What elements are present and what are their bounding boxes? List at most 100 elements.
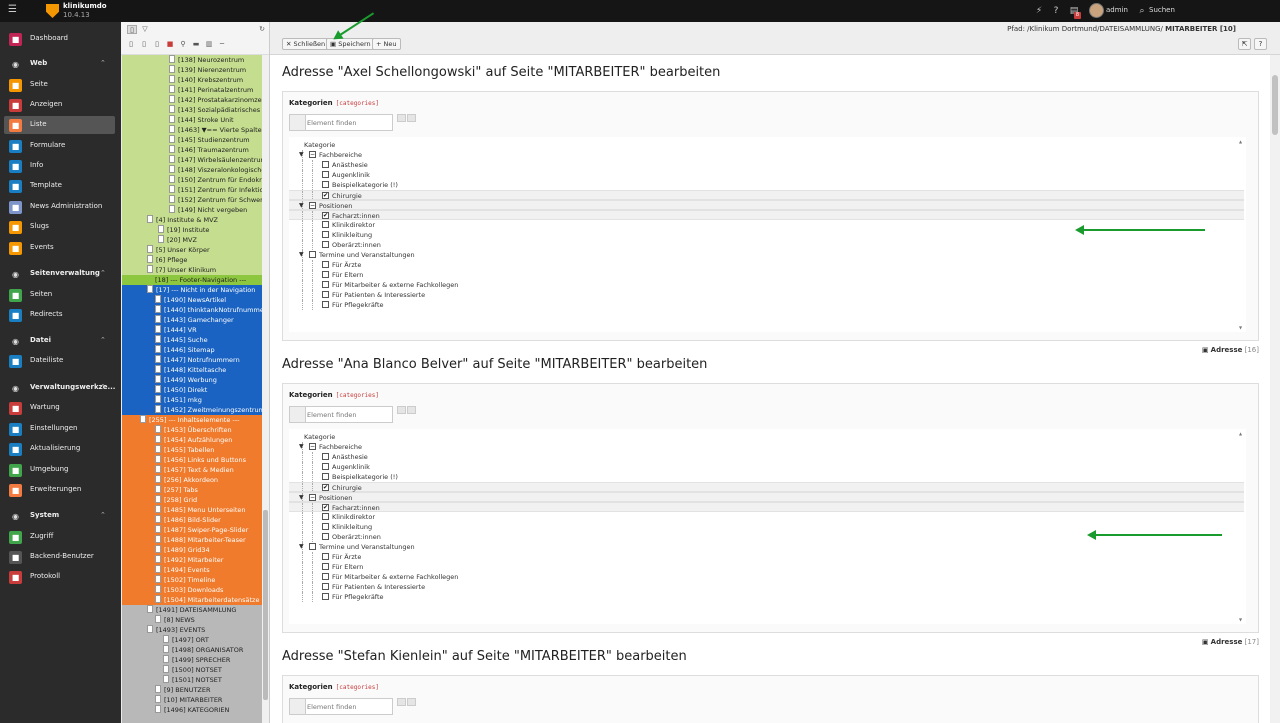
sidebar-item-wartung[interactable]: ■ Wartung (0, 399, 121, 417)
tree-node[interactable]: [1448] Kitteltasche (155, 365, 226, 375)
sidebar-item-events[interactable]: ■ Events (0, 239, 121, 257)
page-type-icon[interactable]: ▯ (126, 40, 136, 49)
tree-node[interactable]: [1494] Events (155, 565, 210, 575)
tree-node[interactable]: [1450] Direkt (155, 385, 207, 395)
category-item[interactable]: Beispielkategorie (!) (289, 472, 1244, 482)
tree-node[interactable]: [1490] NewsArtikel (155, 295, 226, 305)
tree-node[interactable]: [1486] Bild-Slider (155, 515, 221, 525)
page-type-icon[interactable]: ▯ (139, 40, 149, 49)
tree-node[interactable]: [1452] Zweitmeinungszentrum (155, 405, 265, 415)
tree-node[interactable]: [141] Perinatalzentrum (169, 85, 253, 95)
find-element-input[interactable] (307, 701, 391, 712)
sidebar-item-verwaltungswerkze[interactable]: ◉ Verwaltungswerkze... ⌃ (0, 379, 121, 397)
category-checkbox[interactable] (322, 473, 329, 480)
category-item[interactable]: Klinikleitung (289, 522, 1244, 532)
category-checkbox[interactable] (322, 523, 329, 530)
tree-node[interactable]: [150] Zentrum für Endokrin (169, 175, 268, 185)
tree-node[interactable]: [1496] KATEGORIEN (155, 705, 229, 715)
category-item[interactable]: Für Ärzte (289, 552, 1244, 562)
sidebar-item-formulare[interactable]: ■ Formulare (0, 137, 121, 155)
sidebar-item-redirects[interactable]: ■ Redirects (0, 306, 121, 324)
category-item[interactable]: Chirurgie (289, 190, 1244, 201)
tree-node[interactable]: [10] MITARBEITER (155, 695, 222, 705)
category-checkbox[interactable] (322, 181, 329, 188)
category-item[interactable]: Für Mitarbeiter & externe Fachkollegen (289, 280, 1244, 290)
category-checkbox[interactable] (322, 533, 329, 540)
chevron-up-icon[interactable]: ⌃ (100, 269, 106, 277)
tree-node[interactable]: [149] Nicht vergeben (169, 205, 247, 215)
category-checkbox[interactable] (322, 573, 329, 580)
sidebar-item-info[interactable]: ■ Info (0, 157, 121, 175)
tree-node[interactable]: [1497] ORT (163, 635, 209, 645)
sidebar-item-protokoll[interactable]: ■ Protokoll (0, 568, 121, 586)
tree-node[interactable]: [1453] Überschriften (155, 425, 232, 435)
chevron-up-icon[interactable]: ⌃ (100, 59, 106, 67)
sidebar-item-erweiterungen[interactable]: ■ Erweiterungen (0, 481, 121, 499)
search-icon[interactable]: ⌕ (1136, 5, 1148, 17)
sidebar-item-aktualisierung[interactable]: ■ Aktualisierung (0, 440, 121, 458)
expand-all-button[interactable] (397, 406, 406, 414)
toggle-arrow-icon[interactable]: ▼ (299, 542, 304, 552)
user-name[interactable]: admin (1106, 6, 1128, 14)
category-checkbox[interactable]: − (309, 202, 316, 209)
sidebar-item-backend-benutzer[interactable]: ■ Backend-Benutzer (0, 548, 121, 566)
category-item[interactable]: Für Mitarbeiter & externe Fachkollegen (289, 572, 1244, 582)
filter-icon[interactable]: ▽ (140, 25, 150, 34)
category-checkbox[interactable] (322, 463, 329, 470)
cache-icon[interactable]: ⚡ (1033, 5, 1045, 17)
category-checkbox[interactable] (309, 543, 316, 550)
category-item[interactable]: Für Pflegekräfte (289, 300, 1244, 310)
refresh-icon[interactable]: ↻ (257, 25, 267, 34)
category-checkbox[interactable] (309, 251, 316, 258)
category-checkbox[interactable] (322, 453, 329, 460)
folder-icon[interactable]: ▬ (191, 40, 201, 49)
category-item[interactable]: ▼ Termine und Veranstaltungen (289, 542, 1244, 552)
sidebar-item-dateiliste[interactable]: ■ Dateiliste (0, 352, 121, 370)
tree-node[interactable]: [139] Nierenzentrum (169, 65, 246, 75)
tree-node[interactable]: [142] Prostatakarzinomzen (169, 95, 266, 105)
toggle-arrow-icon[interactable]: ▼ (299, 250, 304, 260)
category-item[interactable]: ▼ − Positionen (289, 200, 1244, 211)
tree-node[interactable]: [138] Neurozentrum (169, 55, 244, 65)
category-item[interactable]: ▼ − Positionen (289, 492, 1244, 503)
tree-node[interactable]: [1457] Text & Medien (155, 465, 234, 475)
tree-node[interactable]: [144] Stroke Unit (169, 115, 234, 125)
category-item[interactable]: Für Patienten & Interessierte (289, 290, 1244, 300)
category-item[interactable]: Für Eltern (289, 270, 1244, 280)
toggle-arrow-icon[interactable]: ▼ (299, 150, 304, 160)
new-page-icon[interactable]: ▯ (127, 25, 137, 34)
scroll-up-icon[interactable]: ▲ (1239, 139, 1242, 144)
tree-node[interactable]: [1445] Suche (155, 335, 208, 345)
category-checkbox[interactable] (322, 192, 329, 199)
chevron-up-icon[interactable]: ⌃ (100, 511, 106, 519)
chevron-up-icon[interactable]: ⌃ (100, 383, 106, 391)
find-element-input[interactable] (307, 117, 391, 128)
tree-scrollbar[interactable] (262, 55, 269, 723)
category-checkbox[interactable]: − (309, 443, 316, 450)
tree-node[interactable]: [17] --- Nicht in der Navigation (147, 285, 255, 295)
tree-node[interactable]: [1500] NOTSET (163, 665, 222, 675)
category-checkbox[interactable] (322, 513, 329, 520)
collapse-all-button[interactable] (407, 698, 416, 706)
category-item[interactable]: Oberärzt:innen (289, 240, 1244, 250)
sidebar-item-zugriff[interactable]: ■ Zugriff (0, 528, 121, 546)
sidebar-item-seiten[interactable]: ■ Seiten (0, 286, 121, 304)
tree-node[interactable]: [1499] SPRECHER (163, 655, 230, 665)
tree-node[interactable]: [1487] Swiper-Page-Slider (155, 525, 248, 535)
tree-node[interactable]: [9] BENUTZER (155, 685, 211, 695)
scroll-down-icon[interactable]: ▼ (1239, 617, 1242, 622)
sidebar-item-web[interactable]: ◉ Web ⌃ (0, 55, 121, 73)
sidebar-item-liste[interactable]: ■ Liste (4, 116, 115, 134)
find-element-input[interactable] (307, 409, 391, 420)
spacer-icon[interactable]: ─ (217, 40, 227, 49)
scroll-up-icon[interactable]: ▲ (1239, 431, 1242, 436)
tree-node[interactable]: [1502] Timeline (155, 575, 215, 585)
tree-node[interactable]: [1489] Grid34 (155, 545, 210, 555)
category-item[interactable]: Chirurgie (289, 482, 1244, 493)
tree-node[interactable]: [7] Unser Klinikum (147, 265, 216, 275)
page-type-icon[interactable]: ■ (165, 40, 175, 49)
tree-node[interactable]: [5] Unser Körper (147, 245, 210, 255)
tree-node[interactable]: [151] Zentrum für Infektiol (169, 185, 265, 195)
sidebar-item-news-administration[interactable]: ■ News Administration (0, 198, 121, 216)
collapse-all-button[interactable] (407, 406, 416, 414)
